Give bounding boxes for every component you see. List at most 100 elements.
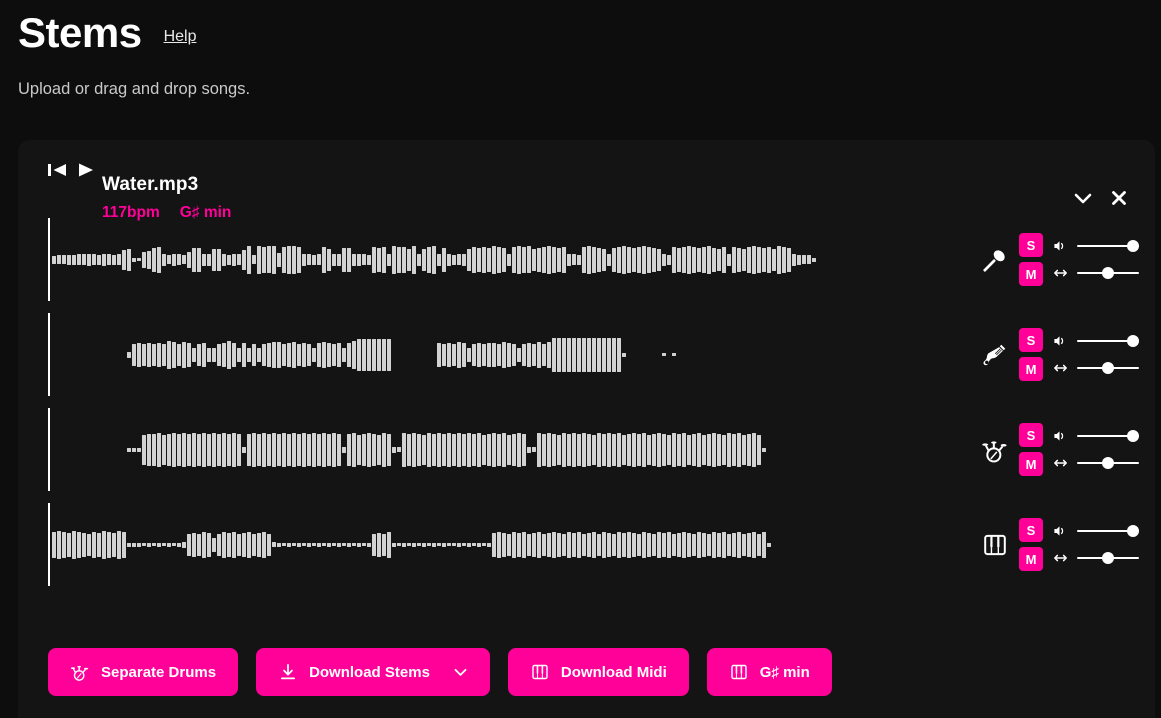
slider-thumb[interactable] xyxy=(1127,525,1139,537)
pan-slider-vocals[interactable] xyxy=(1077,265,1139,281)
separate-drums-button[interactable]: Separate Drums xyxy=(48,648,239,696)
waveform-drums[interactable] xyxy=(48,402,963,497)
waveform-bar xyxy=(247,433,251,466)
mute-button-keys[interactable]: M xyxy=(1019,547,1043,571)
slider-thumb[interactable] xyxy=(1127,335,1139,347)
volume-slider-keys[interactable] xyxy=(1077,523,1139,539)
solo-button-drums[interactable]: S xyxy=(1019,423,1043,447)
chevron-down-icon[interactable] xyxy=(1073,191,1093,205)
slider-thumb[interactable] xyxy=(1127,240,1139,252)
solo-button-keys[interactable]: S xyxy=(1019,518,1043,542)
waveform-bass[interactable] xyxy=(48,307,963,402)
waveform-bar xyxy=(312,347,316,362)
waveform-bar xyxy=(452,254,456,265)
pan-control-vocals xyxy=(1052,264,1139,282)
waveform-bar xyxy=(407,433,411,466)
waveform-bar xyxy=(192,347,196,362)
waveform-bar xyxy=(567,433,571,466)
pan-slider-drums[interactable] xyxy=(1077,455,1139,471)
waveform-bar xyxy=(552,433,556,466)
volume-icon[interactable] xyxy=(1052,427,1069,445)
waveform-bar xyxy=(612,247,616,272)
waveform-bar xyxy=(307,433,311,466)
slider-thumb[interactable] xyxy=(1102,552,1114,564)
solo-button-bass[interactable]: S xyxy=(1019,328,1043,352)
waveform-bar xyxy=(67,254,71,265)
guitar-icon xyxy=(980,341,1010,369)
waveform-bar xyxy=(137,342,141,367)
pan-slider-keys[interactable] xyxy=(1077,550,1139,566)
waveform-bar xyxy=(447,342,451,367)
waveform-bar xyxy=(602,248,606,271)
waveform-bar xyxy=(337,253,341,266)
waveform-bar xyxy=(187,433,191,466)
waveform-bar xyxy=(667,254,671,265)
volume-slider-drums[interactable] xyxy=(1077,428,1139,444)
pan-icon[interactable] xyxy=(1052,264,1069,282)
chevron-down-icon[interactable] xyxy=(447,667,468,677)
close-icon[interactable] xyxy=(1111,190,1127,206)
waveform-bar xyxy=(427,246,431,273)
waveform-bar xyxy=(467,542,471,547)
mute-button-vocals[interactable]: M xyxy=(1019,262,1043,286)
waveform-bar xyxy=(127,447,131,452)
waveform-bar xyxy=(177,542,181,547)
playhead-keys[interactable] xyxy=(48,503,50,586)
slider-thumb[interactable] xyxy=(1127,430,1139,442)
waveform-bar xyxy=(542,433,546,466)
volume-slider-bass[interactable] xyxy=(1077,333,1139,349)
waveform-bar xyxy=(422,542,426,547)
waveform-bar xyxy=(152,343,156,366)
help-link[interactable]: Help xyxy=(164,28,197,46)
download-stems-button[interactable]: Download Stems xyxy=(256,648,490,696)
waveform-vocals[interactable] xyxy=(48,212,963,307)
pan-icon[interactable] xyxy=(1052,359,1069,377)
pan-slider-bass[interactable] xyxy=(1077,360,1139,376)
stem-controls-bass: SM xyxy=(980,307,1139,402)
waveform-bar xyxy=(382,432,386,467)
waveform-bar xyxy=(412,542,416,547)
waveform-bar xyxy=(522,246,526,273)
slider-thumb[interactable] xyxy=(1102,457,1114,469)
waveform-bar xyxy=(382,338,386,371)
volume-icon[interactable] xyxy=(1052,332,1069,350)
volume-icon[interactable] xyxy=(1052,237,1069,255)
playhead-bass[interactable] xyxy=(48,313,50,396)
waveform-bar xyxy=(472,543,476,546)
volume-slider-vocals[interactable] xyxy=(1077,238,1139,254)
waveform-bar xyxy=(797,254,801,265)
waveform-bar xyxy=(692,433,696,466)
waveform-bar xyxy=(592,337,596,372)
waveform-bar xyxy=(502,432,506,467)
waveform-bar xyxy=(197,533,201,556)
slider-thumb[interactable] xyxy=(1102,267,1114,279)
waveform-bar xyxy=(437,432,441,467)
waveform-bar xyxy=(257,433,261,466)
page-title: Stems xyxy=(18,9,142,56)
waveform-bar xyxy=(187,533,191,556)
waveform-bar xyxy=(272,341,276,368)
waveform-bar xyxy=(517,432,521,467)
waveform-bar xyxy=(267,246,271,273)
playhead-drums[interactable] xyxy=(48,408,50,491)
volume-icon[interactable] xyxy=(1052,522,1069,540)
download-midi-button[interactable]: Download Midi xyxy=(507,648,689,696)
waveform-bar xyxy=(162,343,166,366)
waveform-bar xyxy=(697,247,701,272)
waveform-bar xyxy=(232,253,236,266)
waveform-bar xyxy=(437,342,441,367)
waveform-bar xyxy=(807,255,811,264)
skip-to-start-icon[interactable] xyxy=(48,162,69,178)
waveform-keys[interactable] xyxy=(48,497,963,592)
play-icon[interactable] xyxy=(77,162,95,178)
pan-icon[interactable] xyxy=(1052,549,1069,567)
solo-button-vocals[interactable]: S xyxy=(1019,233,1043,257)
g-min-button[interactable]: G♯ min xyxy=(706,648,832,696)
slider-thumb[interactable] xyxy=(1102,362,1114,374)
mute-button-bass[interactable]: M xyxy=(1019,357,1043,381)
waveform-bar xyxy=(562,337,566,372)
waveform-bar xyxy=(532,532,536,557)
playhead-vocals[interactable] xyxy=(48,218,50,301)
pan-icon[interactable] xyxy=(1052,454,1069,472)
mute-button-drums[interactable]: M xyxy=(1019,452,1043,476)
